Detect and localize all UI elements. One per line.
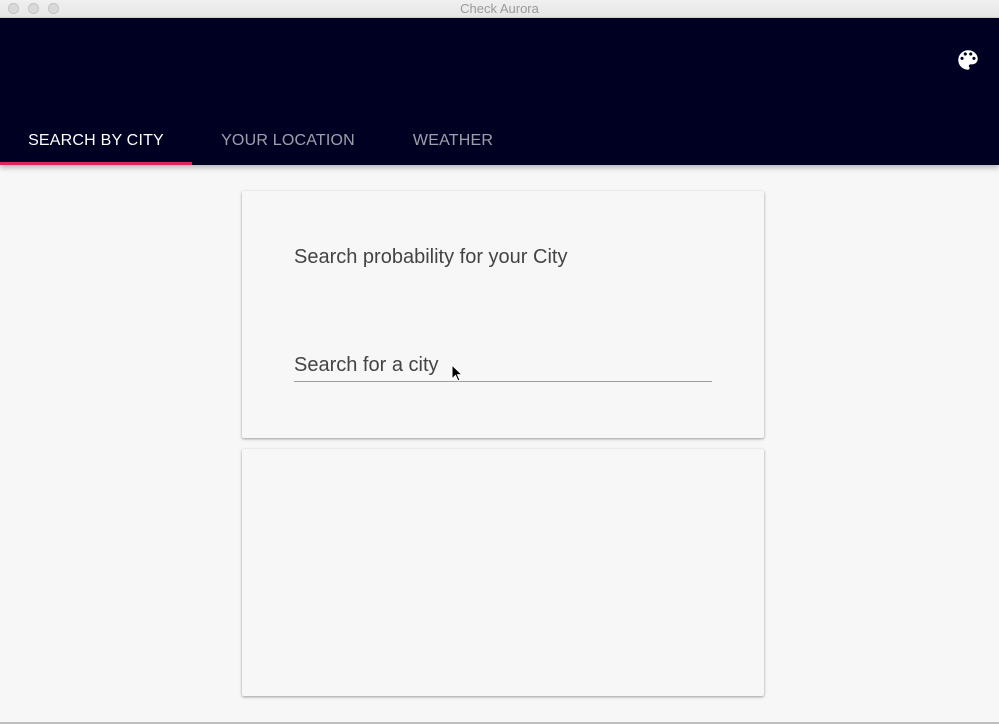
- results-card: [242, 449, 764, 696]
- tab-weather[interactable]: WEATHER: [384, 117, 522, 165]
- app-header: SEARCH BY CITY YOUR LOCATION WEATHER: [0, 18, 999, 165]
- search-card: Search probability for your City: [242, 191, 764, 438]
- window-titlebar[interactable]: Check Aurora: [0, 0, 999, 18]
- tab-search-by-city[interactable]: SEARCH BY CITY: [0, 117, 192, 165]
- app-window: Check Aurora SEARCH BY CITY YOUR LOCATIO…: [0, 0, 999, 724]
- mouse-cursor-icon: [451, 364, 463, 382]
- tab-your-location[interactable]: YOUR LOCATION: [192, 117, 384, 165]
- active-tab-indicator: [0, 162, 192, 165]
- theme-button[interactable]: [955, 47, 981, 73]
- tab-bar: SEARCH BY CITY YOUR LOCATION WEATHER: [0, 117, 522, 165]
- search-card-heading: Search probability for your City: [294, 246, 568, 268]
- palette-icon: [958, 50, 978, 70]
- city-search-input[interactable]: [294, 349, 712, 382]
- window-title: Check Aurora: [460, 1, 539, 16]
